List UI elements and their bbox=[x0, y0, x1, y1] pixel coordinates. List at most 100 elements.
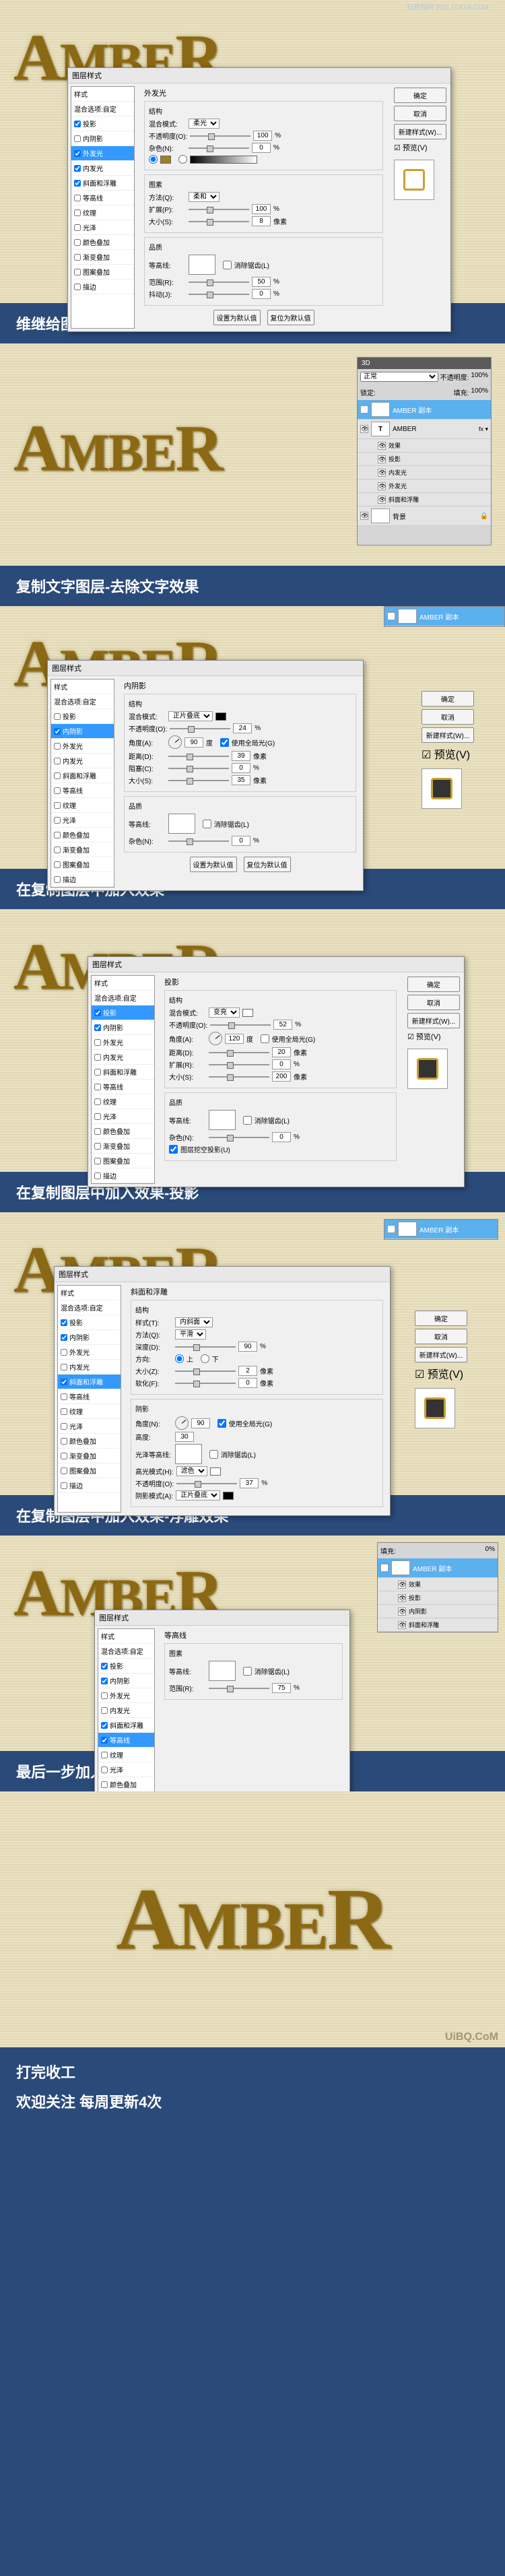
fx-row[interactable]: 👁投影 bbox=[358, 453, 491, 466]
jitter-slider[interactable] bbox=[189, 294, 249, 295]
contour-picker[interactable] bbox=[209, 1110, 236, 1130]
reset-default-button[interactable]: 复位为默认值 bbox=[267, 310, 314, 325]
style-item-outerglow[interactable]: 外发光 bbox=[71, 146, 134, 161]
dialog-title: 图层样式 bbox=[88, 957, 464, 972]
contour-picker[interactable] bbox=[189, 255, 215, 275]
method-label: 方法(Q): bbox=[149, 192, 186, 202]
set-default-button[interactable]: 设置为默认值 bbox=[190, 857, 237, 872]
preview-check[interactable]: ☑ 预览(V) bbox=[422, 746, 474, 762]
layer-style-dialog: 图层样式 样式 混合选项:自定 投影 内阴影 外发光 内发光 斜面和浮雕 等高线… bbox=[94, 1610, 350, 1796]
cancel-button[interactable]: 取消 bbox=[394, 106, 446, 121]
size-slider[interactable] bbox=[189, 221, 249, 222]
size-value[interactable]: 8 bbox=[252, 216, 271, 226]
style-list[interactable]: 样式 混合选项:自定 投影 内阴影 外发光 内发光 斜面和浮雕 等高线 纹理 光… bbox=[57, 1285, 121, 1513]
style-item[interactable]: 渐变叠加 bbox=[71, 250, 134, 265]
style-item[interactable]: 光泽 bbox=[71, 220, 134, 235]
contour-picker[interactable] bbox=[175, 1444, 202, 1464]
ok-button[interactable]: 确定 bbox=[394, 88, 446, 103]
color-swatch[interactable] bbox=[215, 713, 226, 721]
style-item[interactable]: 颜色叠加 bbox=[71, 235, 134, 250]
fx-row[interactable]: 👁斜面和浮雕 bbox=[358, 493, 491, 506]
visibility-icon[interactable]: 👁 bbox=[360, 405, 368, 414]
style-list[interactable]: 样式 混合选项:自定 投影 内阴影 外发光 内发光 斜面和浮雕 等高线 纹理 光… bbox=[98, 1628, 155, 1793]
style-item[interactable]: 图案叠加 bbox=[71, 265, 134, 279]
gradient-radio[interactable] bbox=[178, 155, 187, 164]
newstyle-button[interactable]: 新建样式(W)... bbox=[415, 1347, 467, 1362]
noise-value[interactable]: 0 bbox=[252, 143, 271, 153]
style-item[interactable]: 投影 bbox=[71, 117, 134, 131]
style-item[interactable]: 纹理 bbox=[71, 205, 134, 220]
style-item[interactable]: 混合选项:自定 bbox=[71, 102, 134, 117]
color-swatch[interactable] bbox=[242, 1009, 253, 1017]
gradient-bar[interactable] bbox=[190, 156, 257, 164]
style-item-bevel[interactable]: 斜面和浮雕 bbox=[58, 1375, 121, 1389]
ok-button[interactable]: 确定 bbox=[422, 691, 474, 706]
size-label: 大小(S): bbox=[149, 216, 186, 226]
set-default-button[interactable]: 设置为默认值 bbox=[213, 310, 261, 325]
angle-dial[interactable] bbox=[175, 1416, 189, 1430]
method-select[interactable]: 柔和 bbox=[189, 192, 220, 202]
fx-row[interactable]: 👁外发光 bbox=[358, 480, 491, 493]
layer-name: AMBER 副本 bbox=[393, 405, 432, 415]
opacity-value[interactable]: 100 bbox=[253, 131, 272, 141]
style-item[interactable]: 内阴影 bbox=[71, 131, 134, 146]
noise-slider[interactable] bbox=[189, 147, 249, 149]
spread-value[interactable]: 100 bbox=[252, 204, 271, 214]
angle-dial[interactable] bbox=[168, 735, 182, 749]
panel-title: 外发光 bbox=[144, 88, 383, 98]
fx-row[interactable]: 👁内发光 bbox=[358, 466, 491, 480]
range-slider[interactable] bbox=[189, 282, 249, 283]
layers-head: 3D bbox=[358, 358, 491, 369]
opacity-slider[interactable] bbox=[190, 135, 250, 137]
layers-panel: 👁TAMBER 副本 bbox=[384, 1219, 498, 1240]
jitter-value[interactable]: 0 bbox=[252, 289, 271, 299]
blend-select[interactable]: 正片叠底 bbox=[168, 711, 213, 721]
preview-check[interactable]: ☑ 预览(V) bbox=[407, 1031, 460, 1042]
angle-dial[interactable] bbox=[209, 1032, 222, 1045]
cancel-button[interactable]: 取消 bbox=[422, 709, 474, 725]
preview-check[interactable]: ☑ 预览(V) bbox=[394, 142, 446, 153]
layer-row[interactable]: 👁TAMBER 副本 bbox=[358, 400, 491, 420]
reset-default-button[interactable]: 复位为默认值 bbox=[244, 857, 291, 872]
visibility-icon[interactable]: 👁 bbox=[360, 512, 368, 520]
preview-box bbox=[407, 1049, 448, 1089]
style-item-innershadow[interactable]: 内阴影 bbox=[51, 724, 114, 739]
style-item[interactable]: 斜面和浮雕 bbox=[71, 176, 134, 191]
layer-thumb: T bbox=[371, 422, 390, 436]
newstyle-button[interactable]: 新建样式(W)... bbox=[407, 1013, 460, 1028]
cancel-button[interactable]: 取消 bbox=[415, 1329, 467, 1344]
newstyle-button[interactable]: 新建样式(W)... bbox=[394, 124, 446, 139]
ok-button[interactable]: 确定 bbox=[407, 977, 460, 992]
ok-button[interactable]: 确定 bbox=[415, 1311, 467, 1326]
visibility-icon[interactable]: 👁 bbox=[360, 425, 368, 433]
color-radio[interactable] bbox=[149, 155, 158, 164]
range-value[interactable]: 50 bbox=[252, 277, 271, 287]
style-list[interactable]: 样式 混合选项:自定 投影 内阴影 外发光 内发光 斜面和浮雕 等高线 纹理 光… bbox=[91, 975, 155, 1184]
blend-select[interactable]: 柔光 bbox=[189, 119, 220, 129]
style-item[interactable]: 样式 bbox=[71, 87, 134, 102]
layer-row[interactable]: 👁TAMBER 副本 bbox=[384, 607, 504, 626]
style-item-dropshadow[interactable]: 投影 bbox=[92, 1005, 154, 1020]
spread-slider[interactable] bbox=[189, 209, 249, 210]
blend-select[interactable]: 变亮 bbox=[209, 1008, 240, 1018]
style-list[interactable]: 样式 混合选项:自定 投影 内阴影 外发光 内发光 斜面和浮雕 等高线 纹理 光… bbox=[71, 86, 135, 329]
contour-picker[interactable] bbox=[209, 1661, 236, 1681]
style-item[interactable]: 描边 bbox=[71, 279, 134, 294]
style-item[interactable]: 内发光 bbox=[71, 161, 134, 176]
newstyle-button[interactable]: 新建样式(W)... bbox=[422, 727, 474, 743]
style-item-contour[interactable]: 等高线 bbox=[98, 1733, 154, 1748]
fx-row[interactable]: 👁效果 bbox=[358, 439, 491, 453]
watermark: UiBQ.CoM bbox=[445, 2031, 498, 2043]
layer-row[interactable]: 👁TAMBERfx ▾ bbox=[358, 420, 491, 439]
contour-picker[interactable] bbox=[168, 814, 195, 834]
color-swatch[interactable] bbox=[160, 156, 171, 164]
blend-label: 混合模式: bbox=[149, 119, 186, 129]
antialias-check[interactable] bbox=[223, 261, 232, 269]
cancel-button[interactable]: 取消 bbox=[407, 995, 460, 1010]
style-list[interactable]: 样式 混合选项:自定 投影 内阴影 外发光 内发光 斜面和浮雕 等高线 纹理 光… bbox=[50, 679, 114, 888]
style-item[interactable]: 等高线 bbox=[71, 191, 134, 205]
preview-check[interactable]: ☑ 预览(V) bbox=[415, 1365, 467, 1381]
layer-row[interactable]: 👁背景🔒 bbox=[358, 506, 491, 526]
footer-line1: 打完收工 bbox=[16, 2061, 489, 2082]
blend-mode-select[interactable]: 正常 bbox=[360, 372, 438, 382]
